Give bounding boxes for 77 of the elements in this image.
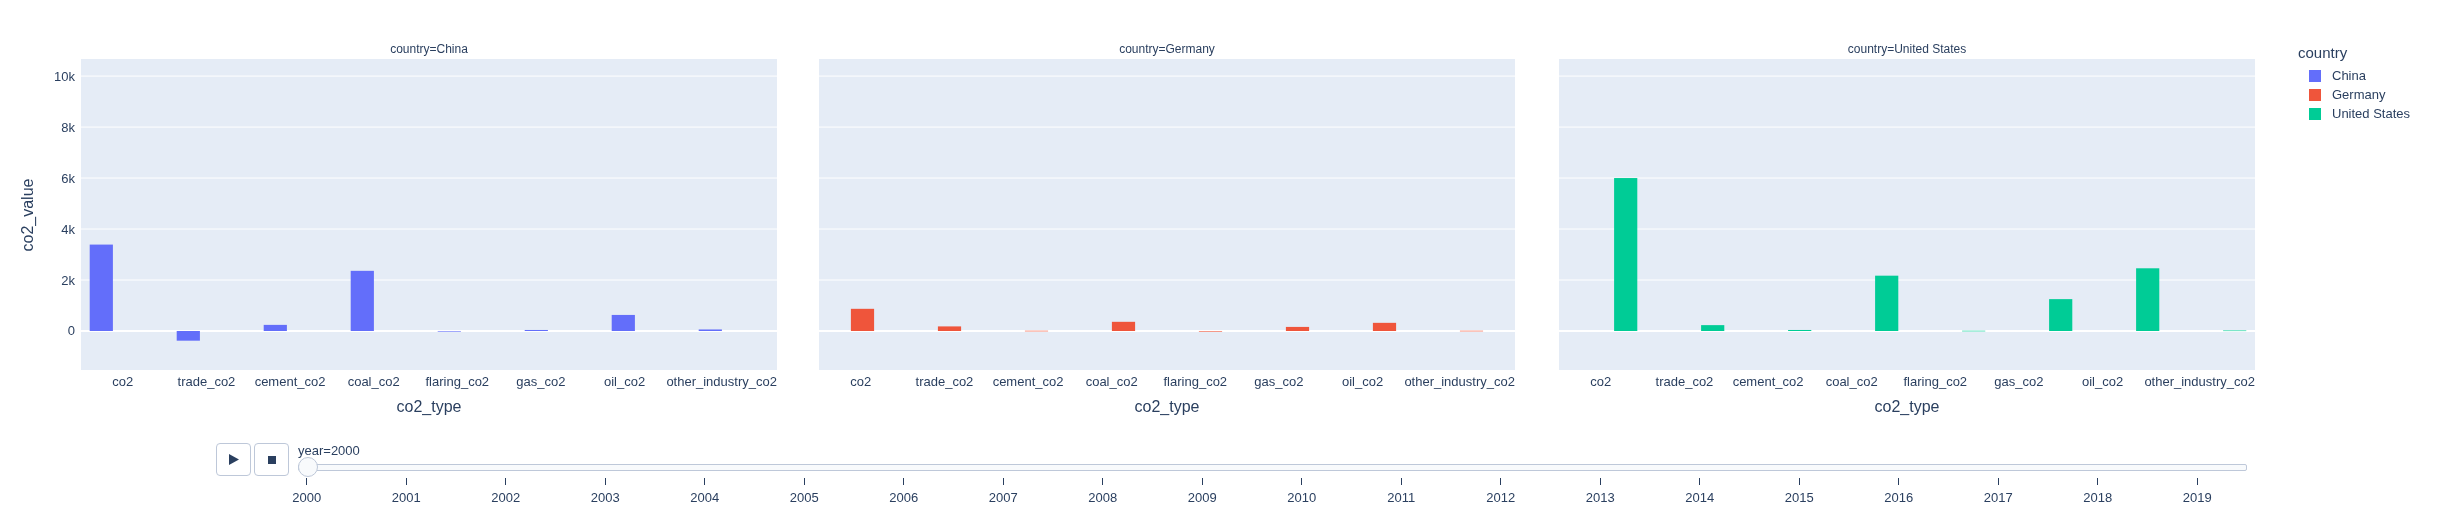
slider-tick-label[interactable]: 2004 xyxy=(690,490,720,505)
axis-tick-label: 4k xyxy=(61,221,75,237)
axis-tick-label: coal_co2 xyxy=(1825,373,1878,389)
bar xyxy=(1372,322,1397,331)
axis-tick-label: flaring_co2 xyxy=(425,373,490,389)
axis-tick-label: oil_co2 xyxy=(1341,373,1384,389)
stop-button[interactable] xyxy=(254,443,289,476)
axis-title: co2_type xyxy=(1874,397,1940,417)
slider-tick-label[interactable]: 2002 xyxy=(491,490,521,505)
slider-tick-label[interactable]: 2010 xyxy=(1287,490,1317,505)
axis-tick-label: oil_co2 xyxy=(603,373,646,389)
bar xyxy=(1111,321,1136,331)
axis-tick-label: 0 xyxy=(67,323,75,339)
slider-tick-label[interactable]: 2009 xyxy=(1187,490,1217,505)
bar xyxy=(263,324,287,331)
legend-label[interactable]: China xyxy=(2332,68,2366,83)
bar xyxy=(1285,326,1310,331)
slider-tick-label[interactable]: 2000 xyxy=(292,490,322,505)
slider-tick-label[interactable]: 2015 xyxy=(1784,490,1814,505)
axis-tick-label: co2 xyxy=(112,373,134,389)
slider-tick-label[interactable]: 2014 xyxy=(1685,490,1715,505)
facet-title: country=China xyxy=(390,42,468,56)
slider-tick-label[interactable]: 2016 xyxy=(1884,490,1914,505)
bar xyxy=(2136,268,2160,331)
axis-tick-label: gas_co2 xyxy=(1994,373,2044,389)
slider-tick-label[interactable]: 2019 xyxy=(2182,490,2212,505)
axis-tick-label: trade_co2 xyxy=(177,373,236,389)
legend-title: country xyxy=(2298,43,2349,63)
axis-tick-label: flaring_co2 xyxy=(1903,373,1968,389)
bar xyxy=(176,331,200,341)
axis-tick-label: cement_co2 xyxy=(1732,373,1804,389)
slider-tick-label[interactable]: 2001 xyxy=(391,490,421,505)
axis-tick-label: other_industry_co2 xyxy=(2144,373,2255,389)
axis-tick-label: flaring_co2 xyxy=(1163,373,1228,389)
bar xyxy=(1875,275,1899,331)
axis-tick-label: other_industry_co2 xyxy=(666,373,777,389)
slider-tick-label[interactable]: 2012 xyxy=(1486,490,1516,505)
axis-tick-label: co2 xyxy=(850,373,872,389)
axis-tick-label: trade_co2 xyxy=(1655,373,1714,389)
slider-label: year=2000 xyxy=(298,443,360,459)
slider-tick-label[interactable]: 2005 xyxy=(789,490,819,505)
slider-tick-label[interactable]: 2017 xyxy=(1983,490,2013,505)
axis-tick-label: oil_co2 xyxy=(2081,373,2124,389)
facet-title: country=Germany xyxy=(1119,42,1215,56)
axis-tick-label: coal_co2 xyxy=(347,373,400,389)
axis-tick-label: trade_co2 xyxy=(915,373,974,389)
slider-tick-label[interactable]: 2013 xyxy=(1585,490,1615,505)
play-icon xyxy=(228,454,239,465)
slider-tick-label[interactable]: 2003 xyxy=(590,490,620,505)
slider-tick-label[interactable]: 2011 xyxy=(1387,490,1416,505)
axis-title: co2_type xyxy=(396,397,462,417)
facet-title: country=United States xyxy=(1847,42,1967,56)
axis-tick-label: 6k xyxy=(61,170,75,186)
axis-tick-label: 2k xyxy=(61,272,75,288)
axis-tick-label: 10k xyxy=(54,68,75,84)
axis-tick-label: gas_co2 xyxy=(516,373,566,389)
slider-tick-label[interactable]: 2018 xyxy=(2083,490,2113,505)
axis-tick-label: cement_co2 xyxy=(254,373,326,389)
axis-title: co2_type xyxy=(1134,397,1200,417)
slider-tick-label[interactable]: 2008 xyxy=(1088,490,1118,505)
slider-tick-label[interactable]: 2007 xyxy=(988,490,1018,505)
legend-label[interactable]: United States xyxy=(2332,106,2411,121)
stop-icon xyxy=(267,455,276,464)
bar xyxy=(2049,299,2073,331)
axis-title: co2_value xyxy=(19,178,37,251)
axis-tick-label: coal_co2 xyxy=(1085,373,1138,389)
bar xyxy=(1701,325,1725,331)
axis-tick-label: gas_co2 xyxy=(1254,373,1304,389)
axis-tick-label: other_industry_co2 xyxy=(1404,373,1515,389)
bar xyxy=(937,326,962,331)
slider-handle[interactable] xyxy=(298,457,318,477)
axis-tick-label: co2 xyxy=(1590,373,1612,389)
legend-label[interactable]: Germany xyxy=(2332,87,2386,102)
axis-tick-label: 8k xyxy=(61,119,75,135)
axis-tick-label: cement_co2 xyxy=(992,373,1064,389)
play-button[interactable] xyxy=(216,443,251,476)
slider-tick-label[interactable]: 2006 xyxy=(889,490,919,505)
